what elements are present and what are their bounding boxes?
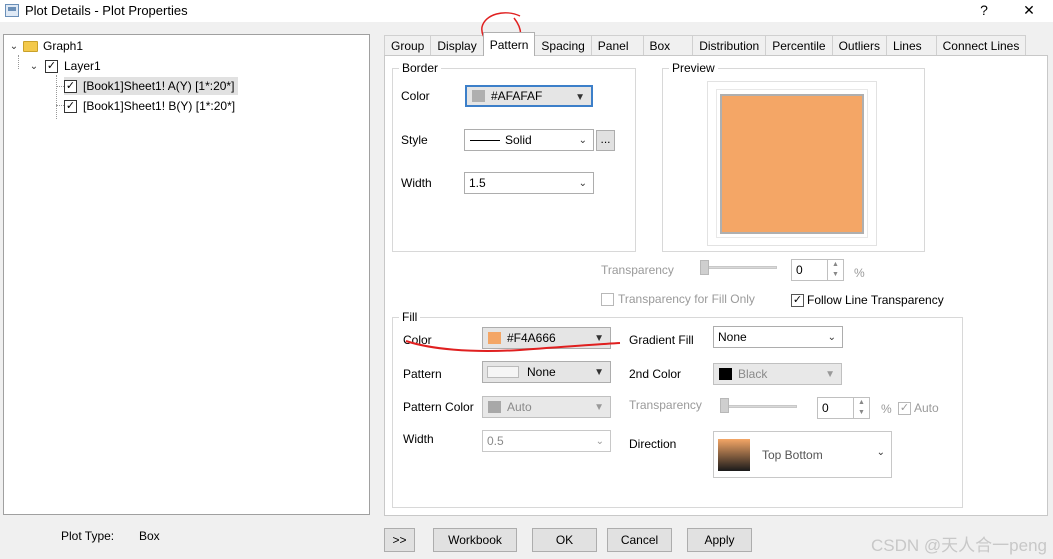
watermark: CSDN @天人合一peng (871, 536, 1047, 555)
ok-button[interactable]: OK (532, 528, 597, 552)
workbook-button[interactable]: Workbook (433, 528, 517, 552)
tab-pattern[interactable]: Pattern (482, 32, 536, 56)
plot-type-label: Plot Type: (61, 529, 115, 543)
expand-button[interactable]: >> (384, 528, 415, 552)
cancel-button[interactable]: Cancel (607, 528, 672, 552)
plot-type-value: Box (139, 529, 160, 543)
red-annotation-marks (405, 12, 621, 352)
apply-button[interactable]: Apply (687, 528, 752, 552)
